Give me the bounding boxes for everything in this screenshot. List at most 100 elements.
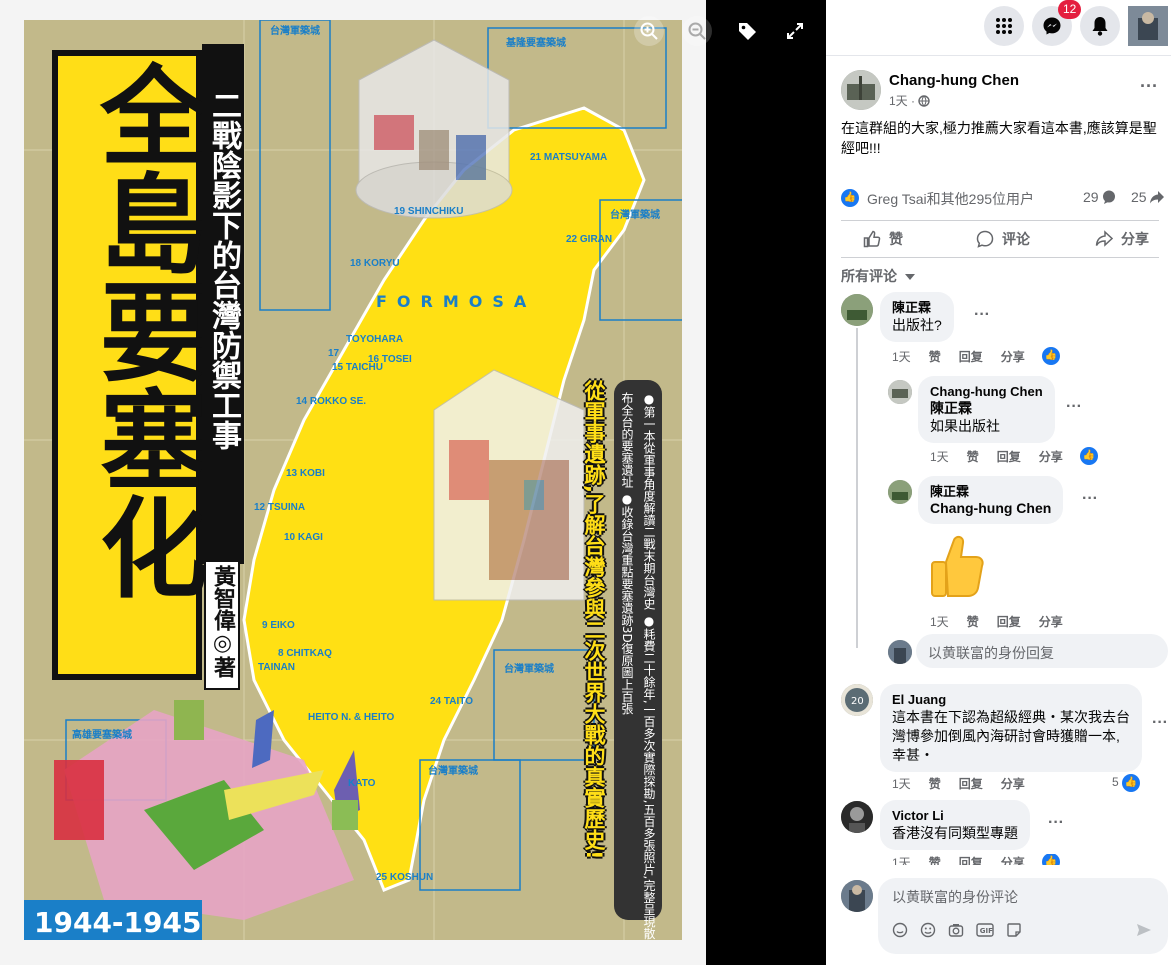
profile-avatar[interactable] — [1128, 6, 1168, 46]
comment-actions: 1天 赞 回复 分享 — [892, 348, 1043, 365]
cover-author: 黃智偉◎著 — [210, 565, 235, 678]
reply-reply-button[interactable]: 回复 — [997, 450, 1021, 464]
my-avatar — [841, 880, 873, 912]
bell-icon[interactable] — [1080, 6, 1120, 46]
comment-composer[interactable]: 以黄联富的身份评论 GIF — [878, 878, 1168, 954]
reply-more-icon[interactable]: ··· — [1066, 398, 1082, 416]
comment-bubble-icon — [1103, 190, 1116, 204]
reply-like-button[interactable]: 赞 — [967, 450, 979, 464]
share-icon — [1095, 230, 1114, 247]
comment-like-button[interactable]: 赞 — [929, 777, 941, 791]
comment-input[interactable]: 以黄联富的身份评论 — [892, 887, 1018, 907]
comment-text: 這本書在下認為超級經典・某次我去台灣博參加倒風內海研討會時獲贈一本,幸甚・ — [892, 709, 1130, 763]
place-label: 台灣軍築城 — [610, 210, 660, 221]
gif-icon[interactable]: GIF — [976, 922, 994, 941]
comment-more-icon[interactable]: ··· — [1048, 814, 1064, 832]
post-more-icon[interactable]: ··· — [1140, 76, 1158, 97]
my-avatar — [888, 640, 912, 664]
svg-text:GIF: GIF — [980, 927, 993, 935]
reaction-summary[interactable]: 👍 Greg Tsai和其他295位用户 29 25 — [841, 186, 1171, 210]
comment-filter-dropdown[interactable]: 所有评论 — [841, 266, 915, 286]
comment-like-button[interactable]: 赞 — [929, 350, 941, 364]
thumbs-up-sticker — [926, 532, 986, 602]
place-label: 8 CHITKAQ — [278, 648, 332, 659]
place-label: KATO — [348, 778, 376, 789]
reply-share-button[interactable]: 分享 — [1039, 450, 1063, 464]
sticker-icon[interactable] — [1006, 922, 1022, 941]
comment-reply-button[interactable]: 回复 — [959, 350, 983, 364]
reply-share-button[interactable]: 分享 — [1039, 615, 1063, 629]
reply-avatar[interactable] — [888, 480, 912, 504]
avatar-sticker-icon[interactable] — [892, 922, 908, 941]
post-side-panel: 12 Chang-hung Chen 1天 · ··· 在這群組的大家,極力推薦… — [826, 0, 1171, 965]
comment-author[interactable]: 陳正霖 — [892, 299, 942, 316]
camera-icon[interactable] — [948, 922, 964, 941]
post-timestamp[interactable]: 1天 · — [889, 92, 931, 109]
commenter-avatar[interactable]: 20 — [841, 684, 873, 716]
shares-count[interactable]: 25 — [1131, 189, 1165, 205]
comment-like-button[interactable]: 赞 — [929, 856, 941, 865]
zoom-out-icon[interactable] — [682, 16, 712, 46]
place-label: TAINAN — [258, 662, 296, 673]
share-button[interactable]: 分享 — [1095, 229, 1149, 249]
reply-like-button[interactable]: 赞 — [967, 615, 979, 629]
reply-mention[interactable]: 陳正霖 — [930, 400, 1043, 417]
comment-reply-button[interactable]: 回复 — [959, 777, 983, 791]
comment-text: 香港沒有同類型專題 — [892, 825, 1018, 841]
comment-author[interactable]: Victor Li — [892, 807, 1018, 824]
comment-time[interactable]: 1天 — [892, 350, 911, 364]
comment-share-button[interactable]: 分享 — [1001, 777, 1025, 791]
comment-share-button[interactable]: 分享 — [1001, 350, 1025, 364]
comments-count[interactable]: 29 — [1083, 189, 1116, 205]
reply-input[interactable]: 以黄联富的身份回复 — [916, 634, 1168, 668]
cover-blurb: ●第一本從軍事角度解讀二戰末期台灣史 ●耗費二十餘年,一百多次實際探勘,五百多張… — [620, 392, 656, 940]
reply-reply-button[interactable]: 回复 — [997, 615, 1021, 629]
like-button[interactable]: 赞 — [863, 229, 903, 249]
reply-more-icon[interactable]: ··· — [1082, 490, 1098, 508]
comment-author[interactable]: El Juang — [892, 691, 1130, 708]
cover-subtitle: 二戰陰影下的台灣防禦工事 — [206, 90, 241, 450]
caret-down-icon — [904, 274, 915, 280]
reply-time[interactable]: 1天 — [930, 450, 949, 464]
top-bar: 12 — [826, 0, 1171, 56]
comment-reply-button[interactable]: 回复 — [959, 856, 983, 865]
place-label: 高雄要塞築城 — [72, 730, 132, 741]
reply-author[interactable]: Chang-hung Chen — [930, 383, 1043, 400]
grid-menu-icon[interactable] — [984, 6, 1024, 46]
reply-author[interactable]: 陳正霖 — [930, 483, 1051, 500]
comment-like-reaction-icon: 👍 — [1122, 774, 1140, 792]
place-label: 15 TAICHU — [332, 362, 383, 373]
comment-more-icon[interactable]: ··· — [1152, 714, 1168, 732]
post-author-avatar[interactable] — [841, 70, 881, 110]
emoji-icon[interactable] — [920, 922, 936, 941]
reply-avatar[interactable] — [888, 380, 912, 404]
reply-time[interactable]: 1天 — [930, 615, 949, 629]
thumbs-up-icon — [863, 230, 881, 248]
comment-bubble: Victor Li 香港沒有同類型專題 — [880, 800, 1030, 850]
comment-actions: 1天 赞 回复 分享 — [892, 854, 1043, 865]
comment-bubble: El Juang 這本書在下認為超級經典・某次我去台灣博參加倒風內海研討會時獲贈… — [880, 684, 1142, 772]
reactions-text[interactable]: Greg Tsai和其他295位用户 — [867, 189, 1034, 209]
place-label: TOYOHARA — [346, 334, 404, 345]
svg-text:20: 20 — [851, 696, 864, 707]
zoom-in-icon[interactable] — [634, 16, 664, 46]
share-arrow-icon — [1150, 191, 1165, 204]
comment-time[interactable]: 1天 — [892, 856, 911, 865]
fullscreen-icon[interactable] — [780, 16, 810, 46]
comment-time[interactable]: 1天 — [892, 777, 911, 791]
comment-button[interactable]: 评论 — [976, 229, 1030, 249]
commenter-avatar[interactable] — [841, 801, 873, 833]
reply-bubble: 陳正霖 Chang-hung Chen — [918, 476, 1064, 524]
cover-title: 全島要塞化 — [82, 60, 207, 600]
send-icon[interactable] — [1136, 922, 1152, 941]
commenter-avatar[interactable] — [841, 294, 873, 326]
shares-count-value: 25 — [1131, 189, 1147, 205]
tag-icon[interactable] — [732, 16, 762, 46]
comment-share-button[interactable]: 分享 — [1001, 856, 1025, 865]
post-author-name[interactable]: Chang-hung Chen — [889, 72, 1019, 89]
share-label: 分享 — [1121, 231, 1149, 247]
place-label: 13 KOBI — [286, 468, 325, 479]
comment-more-icon[interactable]: ··· — [974, 306, 990, 324]
reply-mention[interactable]: Chang-hung Chen — [930, 500, 1051, 517]
comment-like-count[interactable]: 5 — [1112, 775, 1119, 789]
